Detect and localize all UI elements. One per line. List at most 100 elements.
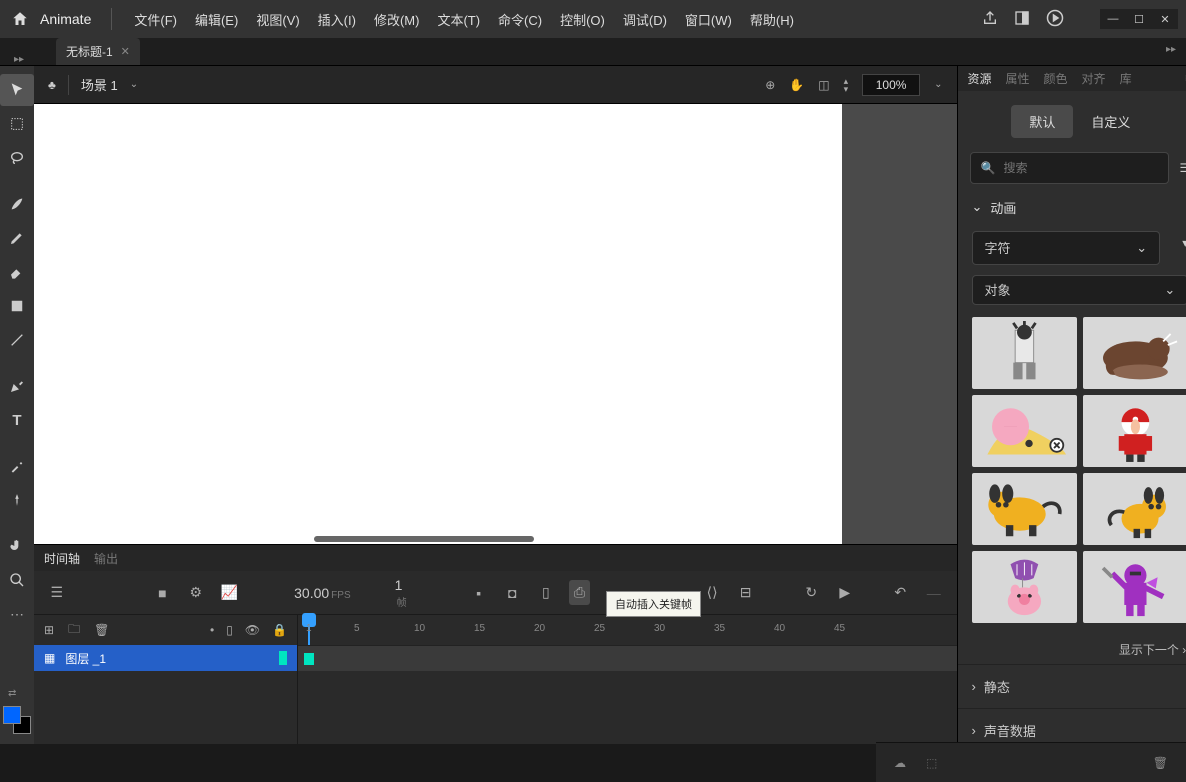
outline-icon[interactable]: ▯ bbox=[226, 623, 233, 637]
tab-assets[interactable]: 资源 bbox=[968, 70, 992, 87]
scene-name[interactable]: 场景 1 bbox=[81, 75, 118, 94]
keyframe[interactable] bbox=[304, 653, 314, 665]
menu-file[interactable]: 文件(F) bbox=[126, 6, 185, 33]
tab-library[interactable]: 库 bbox=[1120, 70, 1132, 87]
asset-thumbnail[interactable] bbox=[972, 395, 1077, 467]
menu-view[interactable]: 视图(V) bbox=[248, 6, 307, 33]
trash-icon[interactable]: 🗑 bbox=[1153, 756, 1168, 770]
minimize-button[interactable]: — bbox=[1100, 9, 1126, 29]
delete-layer-icon[interactable]: 🗑 bbox=[94, 623, 109, 637]
free-transform-tool[interactable] bbox=[0, 108, 34, 140]
asset-thumbnail[interactable] bbox=[972, 317, 1077, 389]
asset-thumbnail[interactable] bbox=[972, 473, 1077, 545]
more-tools-icon[interactable]: ⋯ bbox=[0, 598, 34, 630]
subtab-default[interactable]: 默认 bbox=[1011, 105, 1073, 138]
grid-view-icon[interactable]: ☰ bbox=[1179, 161, 1186, 175]
menu-text[interactable]: 文本(T) bbox=[429, 6, 488, 33]
lasso-tool[interactable] bbox=[0, 142, 34, 174]
fps-display[interactable]: 30.00FPS bbox=[294, 585, 351, 601]
layers-view-icon[interactable]: ☰ bbox=[46, 584, 68, 601]
fill-color[interactable] bbox=[3, 706, 21, 724]
asset-thumbnail[interactable] bbox=[1083, 317, 1186, 389]
collapse-left-icon[interactable]: ▸▸ bbox=[14, 54, 24, 65]
loop-icon[interactable]: ↻ bbox=[800, 584, 822, 601]
menu-edit[interactable]: 编辑(E) bbox=[187, 6, 246, 33]
asset-thumbnail[interactable] bbox=[1083, 473, 1186, 545]
stage-wrapper[interactable] bbox=[34, 104, 957, 544]
tween-icon[interactable]: ⊟ bbox=[735, 584, 757, 601]
section-sound[interactable]: ›声音数据 bbox=[958, 708, 1186, 744]
zoom-value[interactable]: 100% bbox=[862, 74, 920, 96]
redo-icon[interactable]: — bbox=[923, 585, 945, 601]
eyedropper-tool[interactable] bbox=[0, 450, 34, 482]
share-icon[interactable] bbox=[982, 10, 998, 29]
stage-scrollbar[interactable] bbox=[314, 536, 534, 542]
show-more-link[interactable]: 显示下一个 › bbox=[958, 635, 1186, 664]
text-tool[interactable]: T bbox=[0, 404, 34, 436]
highlight-icon[interactable]: • bbox=[210, 623, 214, 637]
asset-thumbnail[interactable] bbox=[1083, 395, 1186, 467]
close-icon[interactable]: ✕ bbox=[121, 45, 130, 58]
tab-color[interactable]: 颜色 bbox=[1044, 70, 1068, 87]
scene-icon[interactable]: ♣ bbox=[48, 78, 56, 92]
fill-stroke-colors[interactable] bbox=[3, 706, 31, 734]
blank-keyframe-icon[interactable]: ◘ bbox=[502, 585, 524, 601]
rotate-view-icon[interactable]: ✋ bbox=[789, 78, 804, 92]
asset-thumbnail[interactable] bbox=[1083, 551, 1186, 623]
new-folder-icon[interactable]: 🗀 bbox=[68, 620, 80, 641]
stage-canvas[interactable] bbox=[34, 104, 842, 544]
pen-tool[interactable] bbox=[0, 370, 34, 402]
play-icon[interactable] bbox=[1046, 9, 1064, 30]
tab-output[interactable]: 输出 bbox=[94, 550, 118, 567]
frame-row[interactable] bbox=[298, 645, 957, 671]
tab-align[interactable]: 对齐 bbox=[1082, 70, 1106, 87]
tab-timeline[interactable]: 时间轴 bbox=[44, 550, 80, 567]
pin-tool[interactable] bbox=[0, 484, 34, 516]
layer-depth-icon[interactable]: ⚙ bbox=[185, 584, 207, 601]
menu-help[interactable]: 帮助(H) bbox=[742, 6, 802, 33]
section-static[interactable]: ›静态 bbox=[958, 664, 1186, 708]
dropdown-characters[interactable]: 字符⌄ bbox=[972, 231, 1161, 265]
menu-window[interactable]: 窗口(W) bbox=[677, 6, 740, 33]
menu-control[interactable]: 控制(O) bbox=[552, 6, 613, 33]
undo-icon[interactable]: ↶ bbox=[889, 584, 911, 601]
marker-icon[interactable]: ⟨⟩ bbox=[701, 584, 723, 601]
zoom-stepper-icon[interactable]: ▴▾ bbox=[844, 77, 849, 93]
new-layer-icon[interactable]: ⊞ bbox=[44, 623, 54, 637]
graph-icon[interactable]: 📈 bbox=[219, 584, 241, 601]
layer-row[interactable]: ▦ 图层 _1 bbox=[34, 645, 297, 671]
play-button[interactable]: ▶ bbox=[834, 584, 856, 601]
dropdown-objects[interactable]: 对象⌄ bbox=[972, 275, 1186, 305]
zoom-dropdown-icon[interactable]: ⌄ bbox=[934, 79, 942, 90]
fluid-brush-tool[interactable] bbox=[0, 188, 34, 220]
menu-insert[interactable]: 插入(I) bbox=[310, 6, 364, 33]
frames-column[interactable]: 1 5 10 15 20 25 30 35 40 45 自动插入关键帧 bbox=[298, 615, 957, 744]
workspace-icon[interactable] bbox=[1014, 10, 1030, 29]
collapse-right-icon[interactable]: ▸▸ bbox=[1166, 44, 1176, 55]
keyframe-icon[interactable]: ▪ bbox=[468, 585, 490, 601]
menu-modify[interactable]: 修改(M) bbox=[366, 6, 428, 33]
scene-dropdown-icon[interactable]: ⌄ bbox=[130, 79, 138, 90]
clip-content-icon[interactable]: ◫ bbox=[818, 78, 829, 92]
filter-icon[interactable]: ▾ bbox=[1182, 236, 1186, 250]
home-icon[interactable] bbox=[8, 7, 32, 31]
tab-properties[interactable]: 属性 bbox=[1006, 70, 1030, 87]
zoom-tool[interactable] bbox=[0, 564, 34, 596]
rectangle-tool[interactable] bbox=[0, 290, 34, 322]
camera-icon[interactable]: ■ bbox=[152, 585, 174, 601]
auto-keyframe-icon[interactable]: ⎙ bbox=[569, 580, 591, 605]
upload-icon[interactable]: ☁ bbox=[894, 756, 906, 770]
lock-icon[interactable]: 🔒 bbox=[272, 623, 287, 637]
frame-display[interactable]: 1帧 bbox=[395, 577, 414, 609]
section-animation-header[interactable]: ⌄动画 bbox=[972, 198, 1186, 217]
center-stage-icon[interactable]: ⊕ bbox=[765, 78, 775, 92]
visibility-icon[interactable]: 👁 bbox=[245, 623, 260, 637]
close-button[interactable]: ✕ bbox=[1152, 9, 1178, 29]
maximize-button[interactable]: ☐ bbox=[1126, 9, 1152, 29]
document-tab[interactable]: 无标题-1 ✕ bbox=[56, 38, 140, 65]
line-tool[interactable] bbox=[0, 324, 34, 356]
search-input-wrap[interactable]: 🔍 bbox=[970, 152, 1170, 184]
frame-icon[interactable]: ▯ bbox=[535, 584, 557, 601]
asset-thumbnail[interactable] bbox=[972, 551, 1077, 623]
brush-tool[interactable] bbox=[0, 222, 34, 254]
